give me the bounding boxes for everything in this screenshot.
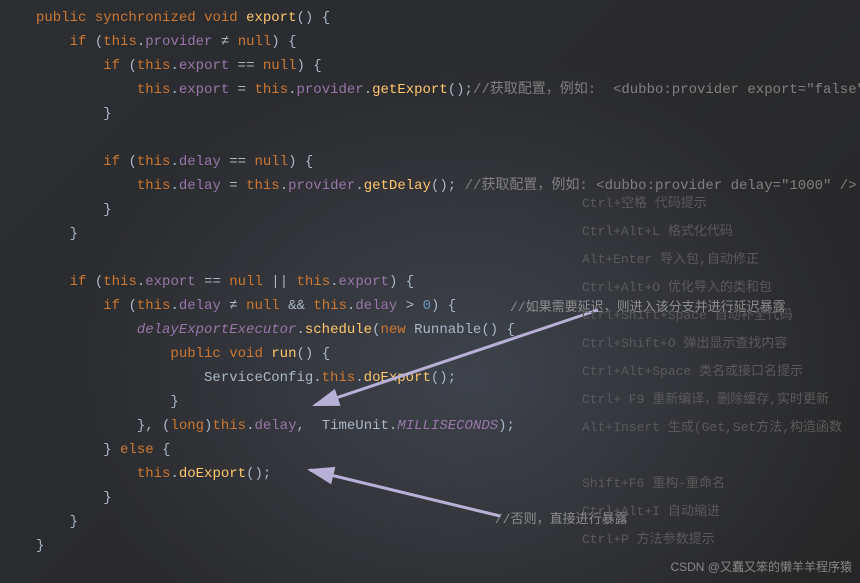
comment: //获取配置，例如: <dubbo:provider delay="1000" … [465,178,857,194]
annotation-else: //否则，直接进行暴露 [495,508,628,532]
keyword: public [36,10,86,26]
annotation-delay: //如果需要延迟，则进入该分支并进行延迟暴露 [510,296,786,320]
code-block: public synchronized void export() { if (… [0,0,860,558]
watermark: CSDN @又蠢又笨的懒羊羊程序猿 [670,555,852,579]
comment: //获取配置，例如: <dubbo:provider export="false… [473,82,860,98]
